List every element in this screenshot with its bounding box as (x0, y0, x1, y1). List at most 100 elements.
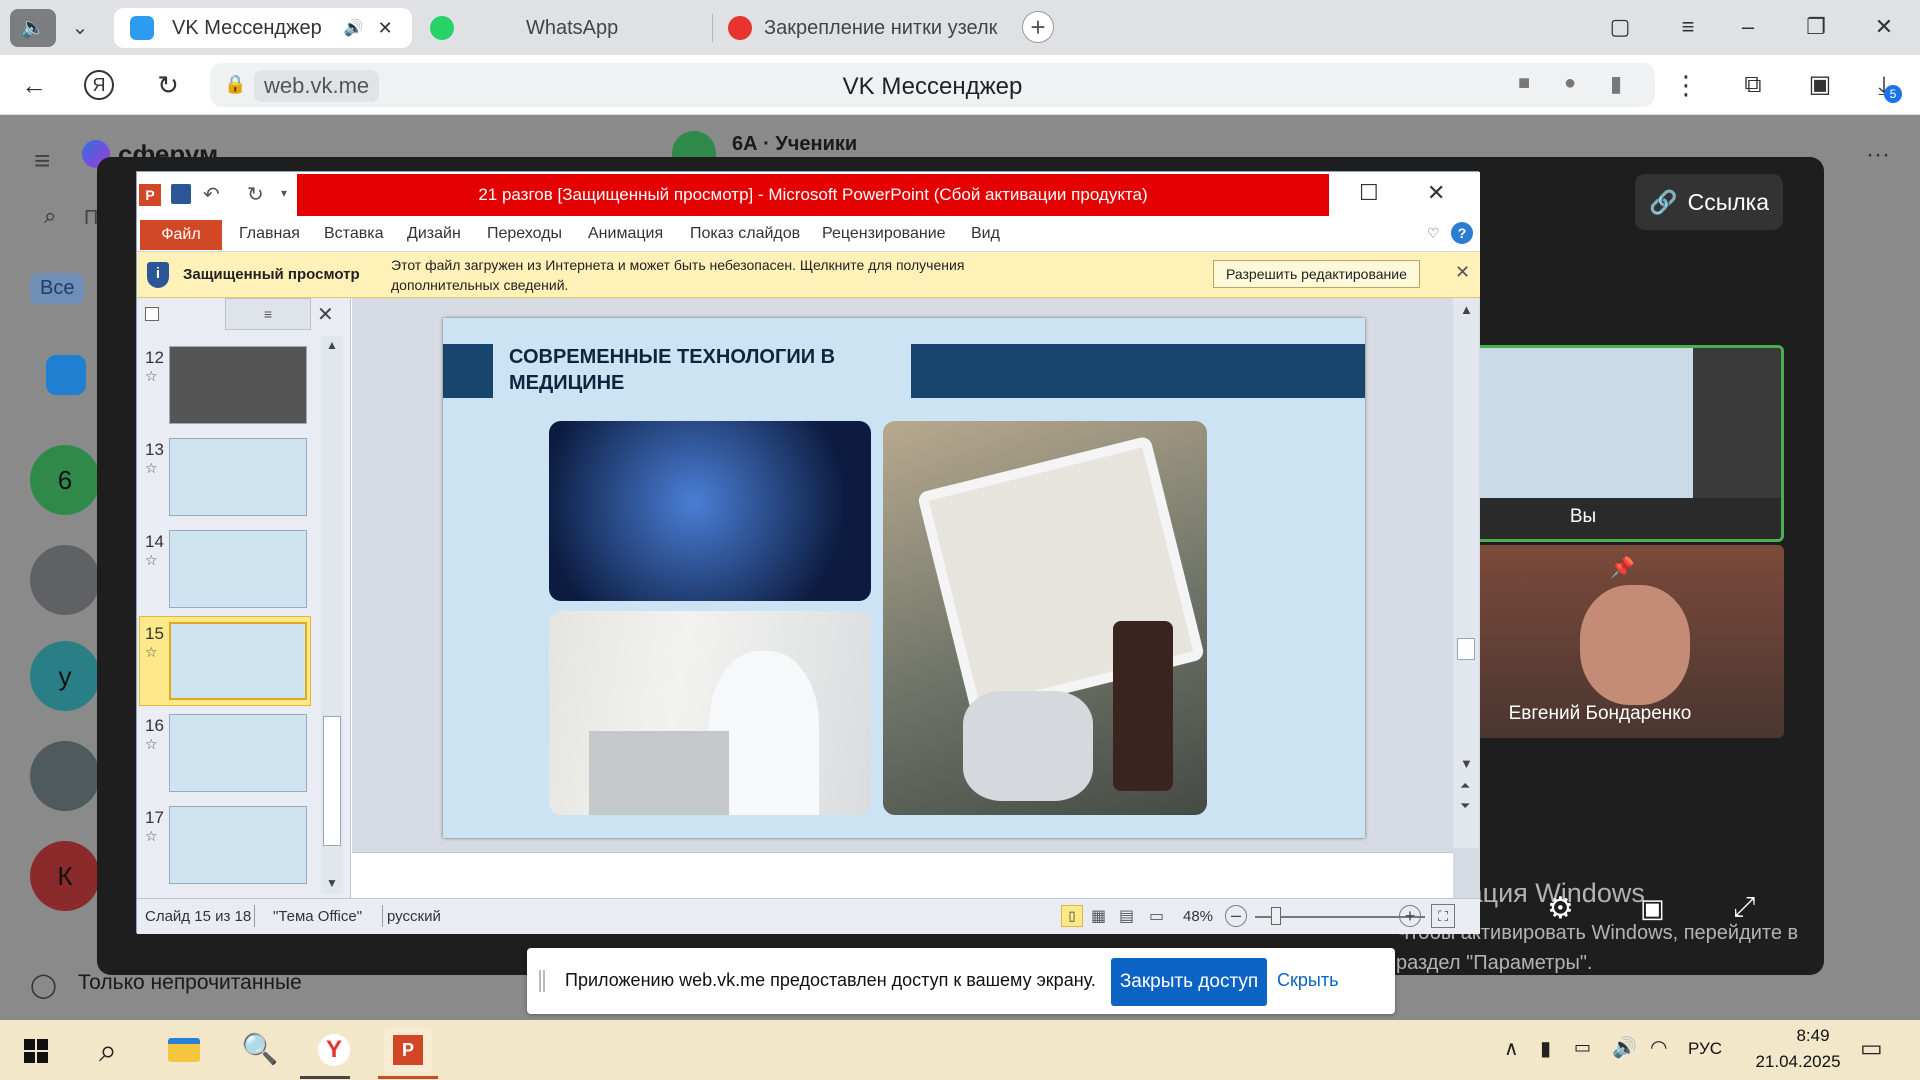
scroll-down-arrow[interactable]: ▼ (326, 876, 338, 890)
wifi-icon[interactable]: ◠ (1650, 1035, 1667, 1060)
slide-thumbnail-16[interactable] (169, 714, 307, 792)
chat-avatar-y[interactable]: у (30, 641, 100, 711)
scroll-up-arrow[interactable]: ▲ (326, 338, 338, 352)
slide-thumbnail-12[interactable] (169, 346, 307, 424)
slide-sorter-button[interactable]: ▦ (1091, 906, 1106, 926)
hamburger-icon[interactable]: ≡ (34, 145, 50, 177)
magnifier-app-icon[interactable]: 🔍 (236, 1028, 284, 1072)
more-menu-button[interactable]: ⋮ (1668, 67, 1704, 103)
extensions-icon[interactable]: ⧉ (1735, 67, 1771, 103)
tab-audio-button[interactable]: 🔈 (10, 9, 56, 47)
camera-icon[interactable]: ■ (1518, 72, 1530, 95)
tab-transitions[interactable]: Переходы (487, 225, 562, 243)
save-icon[interactable] (171, 184, 191, 204)
search-icon[interactable]: ⌕ (84, 1028, 132, 1072)
scroll-thumb[interactable] (323, 716, 341, 846)
filter-all-chip[interactable]: Все (30, 273, 85, 304)
tab-slideshow[interactable]: Показ слайдов (690, 225, 800, 243)
current-slide[interactable]: СОВРЕМЕННЫЕ ТЕХНОЛОГИИ В МЕДИЦИНЕ (443, 318, 1365, 838)
redo-icon[interactable]: ↻ (247, 182, 264, 207)
slides-tab-icon[interactable] (145, 307, 159, 321)
ribbon-expand-icon[interactable]: ♡ (1427, 225, 1440, 242)
reload-button[interactable]: ↻ (150, 67, 186, 103)
yandex-button[interactable]: Я (84, 70, 114, 100)
link-button[interactable]: 🔗 Ссылка (1635, 174, 1783, 230)
volume-icon[interactable]: 🔊 (1612, 1035, 1637, 1060)
microphone-icon[interactable]: ● (1564, 72, 1576, 95)
participant-evgeniy[interactable]: 📌 Евгений Бондаренко (1470, 545, 1784, 738)
zoom-level[interactable]: 48% (1183, 908, 1213, 925)
thumbs-scrollbar[interactable]: ▲ ▼ (321, 336, 343, 894)
microphone-tray-icon[interactable]: ▮ (1540, 1036, 1551, 1061)
outline-tab[interactable]: ≡ (225, 298, 311, 330)
close-bar-icon[interactable]: ✕ (1455, 262, 1470, 283)
prev-slide-button[interactable]: ⏶ (1460, 778, 1470, 794)
slide-thumbnail-13[interactable] (169, 438, 307, 516)
clock-time[interactable]: 8:49 (1768, 1026, 1858, 1046)
tabs-dropdown-button[interactable]: ⌄ (60, 9, 100, 47)
enable-editing-button[interactable]: Разрешить редактирование (1213, 260, 1420, 288)
collections-icon[interactable]: ▢ (1600, 10, 1640, 44)
participant-you[interactable]: Вы (1470, 345, 1784, 542)
scroll-down-arrow[interactable]: ▼ (1460, 756, 1473, 771)
windows-start-icon[interactable] (12, 1028, 60, 1072)
ppt-close-button[interactable]: ✕ (1427, 180, 1445, 206)
hide-button[interactable]: Скрыть (1277, 970, 1338, 991)
new-tab-button[interactable]: + (1022, 11, 1054, 43)
protected-message[interactable]: Этот файл загружен из Интернета и может … (391, 255, 1041, 295)
tab-yandex[interactable]: Закрепление нитки узелк (716, 8, 1006, 48)
stop-sharing-button[interactable]: Закрыть доступ (1111, 958, 1267, 1006)
slide-thumbnail-17[interactable] (169, 806, 307, 884)
pin-icon[interactable]: 📌 (1610, 555, 1635, 580)
close-pane-icon[interactable]: ✕ (317, 302, 334, 327)
tab-vk-messenger[interactable]: VK Мессенджер 🔊 ✕ (114, 8, 412, 48)
translate-icon[interactable]: ▣ (1802, 67, 1838, 103)
fit-to-window-button[interactable]: ⛶ (1431, 904, 1455, 928)
bookmark-icon[interactable]: ▮ (1610, 71, 1622, 97)
close-tab-icon[interactable]: ✕ (378, 18, 393, 39)
ppt-maximize-button[interactable]: ☐ (1359, 180, 1379, 206)
tab-design[interactable]: Дизайн (407, 225, 461, 243)
normal-view-button[interactable]: ▯ (1061, 905, 1083, 927)
clock-date[interactable]: 21.04.2025 (1738, 1052, 1858, 1072)
scroll-up-arrow[interactable]: ▲ (1460, 302, 1473, 317)
next-slide-button[interactable]: ⏷ (1460, 798, 1470, 814)
vertical-scrollbar[interactable]: ▲ ▼ ⏶ ⏷ (1453, 298, 1479, 848)
tab-animation[interactable]: Анимация (588, 225, 663, 243)
back-button[interactable]: ← (16, 67, 52, 103)
tab-whatsapp[interactable]: WhatsApp (420, 8, 708, 48)
minimize-button[interactable]: – (1728, 10, 1768, 44)
chat-avatar[interactable] (46, 355, 86, 395)
more-icon[interactable]: ··· (1866, 141, 1890, 169)
slideshow-button[interactable]: ▭ (1149, 906, 1164, 926)
zoom-out-button[interactable]: – (1225, 905, 1247, 927)
tray-chevron-icon[interactable]: ∧ (1504, 1036, 1519, 1061)
powerpoint-taskbar-icon[interactable]: P (384, 1028, 432, 1072)
slide-thumbnail-14[interactable] (169, 530, 307, 608)
maximize-button[interactable]: ❐ (1796, 10, 1836, 44)
customize-qat-icon[interactable]: ▾ (281, 186, 287, 200)
zoom-slider-thumb[interactable] (1271, 907, 1281, 925)
yandex-browser-icon[interactable]: Y (310, 1028, 358, 1072)
undo-icon[interactable]: ↶ (203, 182, 220, 207)
reading-view-button[interactable]: ▤ (1119, 906, 1134, 926)
file-explorer-icon[interactable] (160, 1028, 208, 1072)
tab-home[interactable]: Главная (239, 225, 300, 243)
notes-pane[interactable] (352, 852, 1453, 898)
close-window-button[interactable]: ✕ (1864, 10, 1904, 44)
tab-insert[interactable]: Вставка (324, 225, 383, 243)
chat-avatar-k[interactable]: К (30, 841, 100, 911)
slide-thumbnail-15[interactable] (169, 622, 307, 700)
chat-avatar-photo[interactable] (30, 741, 100, 811)
menu-icon[interactable]: ≡ (1668, 10, 1708, 44)
zoom-in-button[interactable]: + (1399, 905, 1421, 927)
file-tab[interactable]: Файл (140, 220, 222, 250)
chat-avatar-user[interactable] (30, 545, 100, 615)
search-icon[interactable]: ⌕ (44, 203, 56, 229)
scroll-thumb[interactable] (1457, 638, 1475, 660)
chat-avatar-6[interactable]: 6 (30, 445, 100, 515)
tab-review[interactable]: Рецензирование (822, 225, 946, 243)
help-icon[interactable]: ? (1451, 222, 1473, 244)
url-field[interactable]: 🔒 web.vk.me VK Мессенджер ■ ● ▮ (210, 63, 1655, 107)
drag-handle-icon[interactable] (539, 970, 545, 992)
